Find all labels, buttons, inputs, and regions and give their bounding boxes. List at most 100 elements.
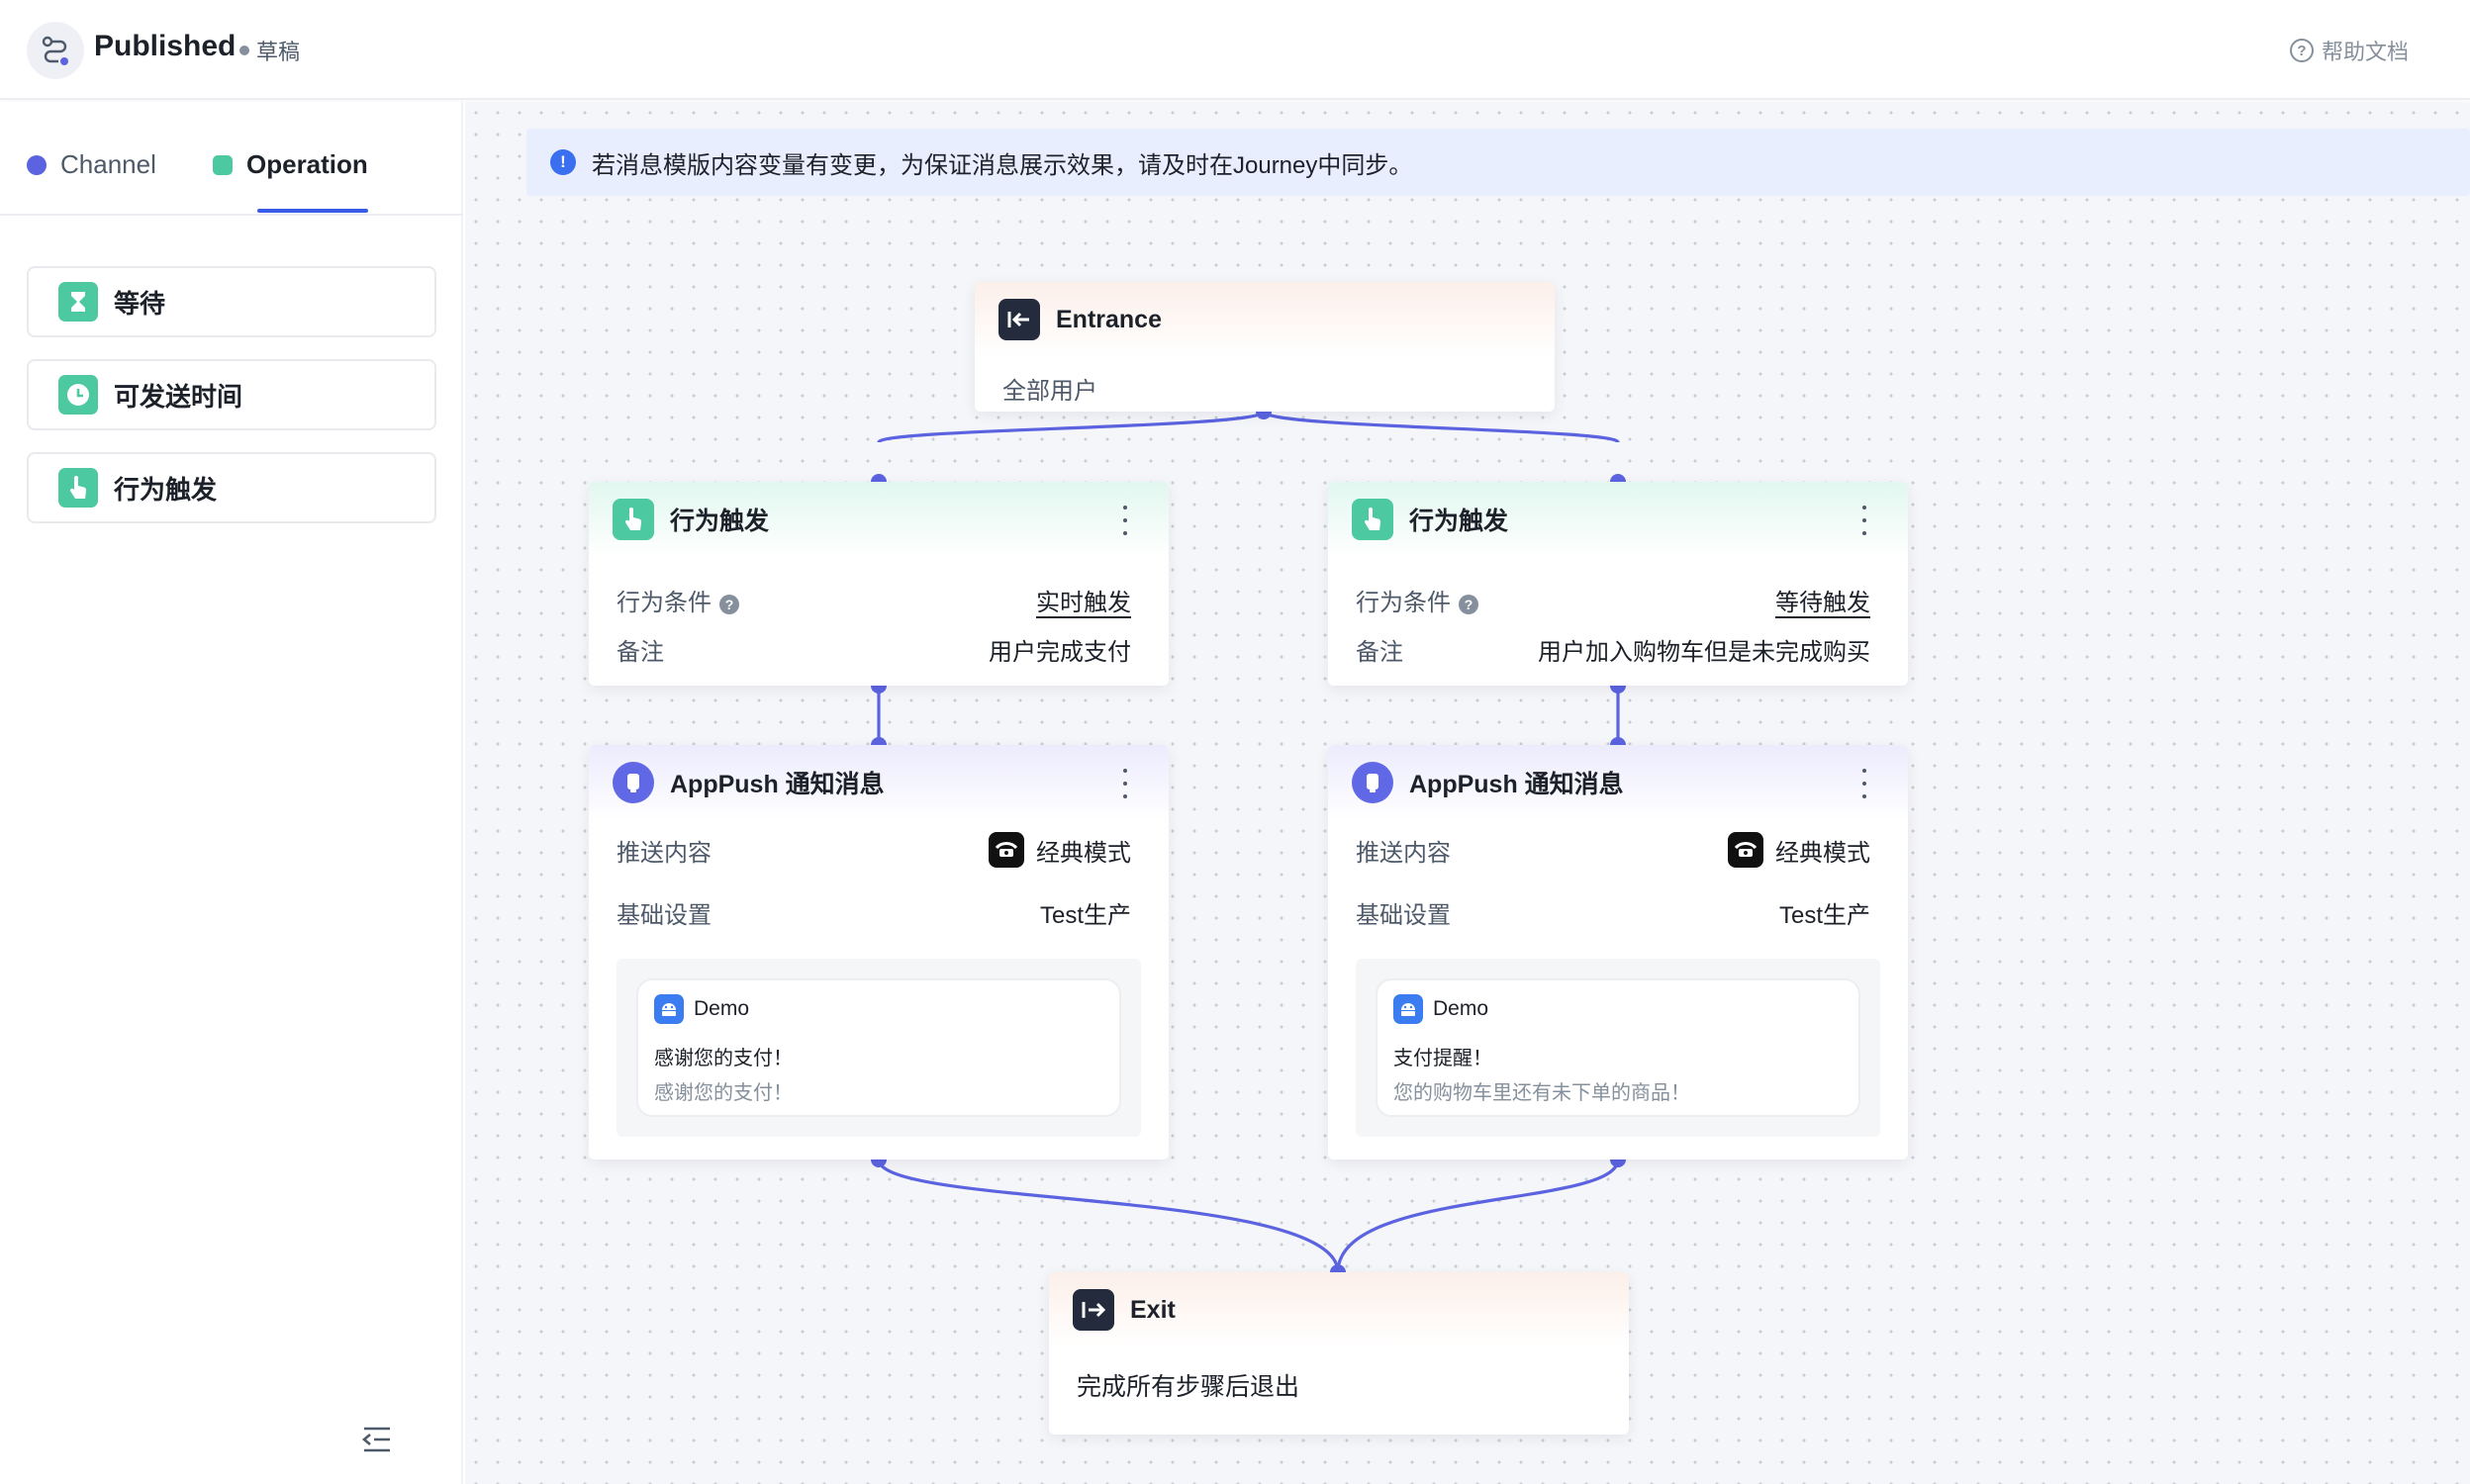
entrance-title: Entrance — [1056, 305, 1162, 333]
entrance-header: Entrance — [975, 282, 1555, 357]
entrance-arrow-icon — [998, 299, 1040, 340]
sidebar-tabs: Channel Operation — [0, 102, 463, 216]
push-settings-value: Test生产 — [1778, 902, 1870, 929]
trigger-1-note-row: 备注 用户完成支付 — [617, 632, 1131, 667]
journey-logo-icon — [27, 22, 84, 79]
apppush-node-1[interactable]: AppPush 通知消息 推送内容 经典模式 基础设置 Test生产 Demo … — [589, 745, 1169, 1159]
condition-label: 行为条件 — [1356, 590, 1451, 616]
exit-node[interactable]: Exit 完成所有步骤后退出 — [1049, 1272, 1629, 1435]
tab-operation[interactable]: Operation — [213, 149, 368, 180]
connector-entrance-trigger-2 — [1262, 410, 1620, 444]
sidebar-item-behavior-trigger[interactable]: 行为触发 — [27, 452, 436, 523]
trigger-1-header: 行为触发 — [589, 482, 1169, 557]
preview-title: 感谢您的支付！ — [654, 1048, 793, 1069]
flow-canvas[interactable]: ! 若消息模版内容变量有变更，为保证消息展示效果，请及时在Journey中同步。 — [465, 102, 2470, 1484]
trigger-1-title: 行为触发 — [670, 508, 770, 535]
bell-notification-icon — [1352, 762, 1393, 803]
tab-channel[interactable]: Channel — [27, 149, 156, 180]
preview-body: 感谢您的支付！ — [654, 1082, 793, 1104]
sidebar-item-label: 可发送时间 — [114, 381, 243, 412]
entrance-audience: 全部用户 — [1002, 371, 1517, 406]
apppush-1-header: AppPush 通知消息 — [589, 745, 1169, 820]
trigger-2-note-row: 备注 用户加入购物车但是未完成购买 — [1356, 632, 1870, 667]
apppush-node-2[interactable]: AppPush 通知消息 推送内容 经典模式 基础设置 Test生产 Demo … — [1328, 745, 1908, 1159]
preview-app-name: Demo — [1433, 997, 1489, 1020]
exit-arrow-icon — [1073, 1289, 1114, 1331]
more-options-icon[interactable] — [1858, 769, 1870, 798]
more-options-icon[interactable] — [1858, 506, 1870, 535]
note-label: 备注 — [617, 639, 664, 666]
pointer-hand-icon — [58, 468, 98, 508]
status-badge: 草稿 — [256, 40, 301, 64]
trigger-2-title: 行为触发 — [1409, 508, 1509, 535]
push-2-content-row: 推送内容 经典模式 — [1356, 832, 1870, 868]
push-settings-label: 基础设置 — [1356, 902, 1451, 929]
connector-entrance-trigger-1 — [877, 410, 1266, 444]
pointer-hand-icon — [1352, 499, 1393, 540]
push-1-preview-area: Demo 感谢您的支付！ 感谢您的支付！ — [617, 959, 1141, 1137]
entrance-node[interactable]: Entrance 全部用户 — [975, 282, 1555, 412]
android-app-icon — [1393, 994, 1423, 1024]
push-settings-value: Test生产 — [1039, 902, 1131, 929]
notification-preview-card: Demo 感谢您的支付！ 感谢您的支付！ — [636, 978, 1121, 1117]
collapse-sidebar-icon[interactable] — [360, 1425, 394, 1454]
active-tab-indicator — [257, 209, 368, 213]
sidebar-item-label: 等待 — [114, 288, 166, 319]
connector-push-exit-2 — [1336, 1159, 1620, 1273]
tab-channel-label: Channel — [60, 149, 156, 179]
android-app-icon — [654, 994, 684, 1024]
trigger-mode-link[interactable]: 实时触发 — [1036, 583, 1131, 617]
push-settings-label: 基础设置 — [617, 902, 712, 929]
apppush-2-header: AppPush 通知消息 — [1328, 745, 1908, 820]
push-1-settings-row: 基础设置 Test生产 — [617, 895, 1131, 930]
apppush-1-title: AppPush 通知消息 — [670, 771, 885, 798]
notification-preview-card: Demo 支付提醒！ 您的购物车里还有未下单的商品！ — [1376, 978, 1860, 1117]
hourglass-icon — [58, 282, 98, 322]
more-options-icon[interactable] — [1119, 506, 1131, 535]
note-value: 用户加入购物车但是未完成购买 — [1538, 639, 1870, 666]
tab-operation-label: Operation — [246, 149, 368, 179]
trigger-1-condition-row: 行为条件? 实时触发 — [617, 583, 1131, 617]
condition-label: 行为条件 — [617, 590, 712, 616]
push-content-label: 推送内容 — [617, 839, 712, 867]
push-content-label: 推送内容 — [1356, 839, 1451, 867]
trigger-node-1[interactable]: 行为触发 行为条件? 实时触发 备注 用户完成支付 — [589, 482, 1169, 686]
push-2-preview-area: Demo 支付提醒！ 您的购物车里还有未下单的商品！ — [1356, 959, 1880, 1137]
help-docs-link[interactable]: ? 帮助文档 — [2289, 35, 2409, 66]
push-mode-value: 经典模式 — [1036, 839, 1131, 867]
question-circle-icon: ? — [2289, 39, 2314, 62]
exit-title: Exit — [1130, 1295, 1176, 1324]
trigger-2-condition-row: 行为条件? 等待触发 — [1356, 583, 1870, 617]
sidebar-item-wait[interactable]: 等待 — [27, 266, 436, 337]
preview-body: 您的购物车里还有未下单的商品！ — [1393, 1082, 1690, 1104]
clock-icon — [58, 375, 98, 415]
question-mark-icon[interactable]: ? — [719, 594, 739, 614]
sidebar-item-label: 行为触发 — [114, 474, 218, 505]
note-value: 用户完成支付 — [989, 639, 1131, 666]
connector-push-exit-1 — [877, 1159, 1340, 1273]
pointer-hand-icon — [613, 499, 654, 540]
status-dot — [239, 46, 249, 55]
question-mark-icon[interactable]: ? — [1459, 594, 1478, 614]
push-2-settings-row: 基础设置 Test生产 — [1356, 895, 1870, 930]
more-options-icon[interactable] — [1119, 769, 1131, 798]
component-sidebar: Channel Operation 等待 可发送时间 行为触发 — [0, 102, 463, 1484]
exit-header: Exit — [1049, 1272, 1629, 1347]
trigger-node-2[interactable]: 行为触发 行为条件? 等待触发 备注 用户加入购物车但是未完成购买 — [1328, 482, 1908, 686]
apppush-2-title: AppPush 通知消息 — [1409, 771, 1624, 798]
top-bar: Published 草稿 ? 帮助文档 — [0, 0, 2470, 100]
exit-description: 完成所有步骤后退出 — [1077, 1373, 1300, 1401]
note-label: 备注 — [1356, 639, 1403, 666]
preview-title: 支付提醒！ — [1393, 1048, 1492, 1069]
trigger-2-header: 行为触发 — [1328, 482, 1908, 557]
preview-app-name: Demo — [694, 997, 750, 1020]
bell-notification-icon — [613, 762, 654, 803]
help-docs-label: 帮助文档 — [2321, 40, 2409, 64]
channel-dot-icon — [27, 154, 47, 175]
classic-mode-icon — [989, 832, 1024, 868]
trigger-mode-link[interactable]: 等待触发 — [1775, 583, 1870, 617]
sidebar-item-send-time[interactable]: 可发送时间 — [27, 359, 436, 430]
entrance-audience-label: 全部用户 — [1002, 378, 1097, 405]
operation-square-icon — [213, 154, 233, 175]
push-mode-value: 经典模式 — [1775, 839, 1870, 867]
